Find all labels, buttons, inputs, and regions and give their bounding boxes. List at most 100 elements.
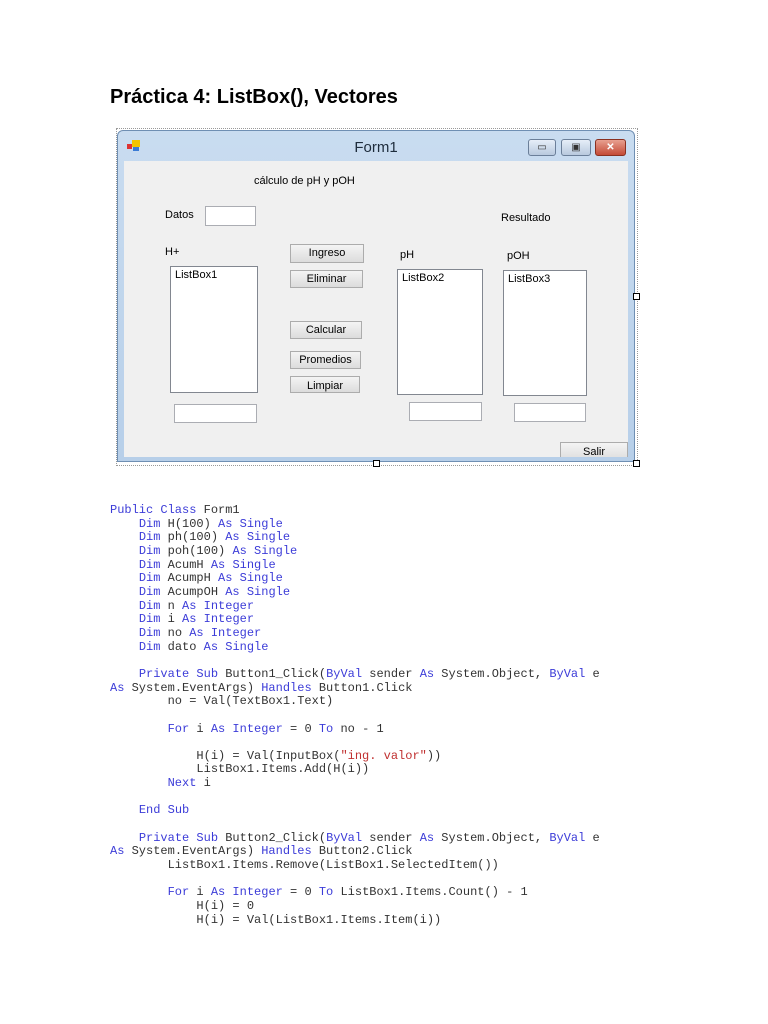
listbox2[interactable]: ListBox2 — [397, 269, 483, 395]
code-keyword: Dim — [138, 639, 161, 654]
window-title: Form1 — [354, 139, 398, 156]
code-keyword: Handles — [261, 680, 312, 695]
code-keyword: Dim — [138, 625, 161, 640]
listbox3[interactable]: ListBox3 — [503, 270, 587, 396]
code-text: sender — [362, 666, 420, 681]
code-keyword: As — [110, 844, 125, 859]
code-text: H(100) — [160, 516, 219, 531]
code-line: For i As Integer = 0 To no - 1 — [110, 721, 600, 737]
code-keyword: Private Sub — [138, 830, 219, 845]
code-keyword: To — [318, 721, 334, 736]
heading-label: cálculo de pH y pOH — [254, 175, 355, 187]
code-text: no - 1 — [333, 721, 384, 736]
code-keyword: As Integer — [182, 612, 255, 627]
code-line: For i As Integer = 0 To ListBox1.Items.C… — [110, 886, 600, 900]
code-keyword: Dim — [138, 530, 161, 545]
code-keyword: As Single — [218, 571, 283, 586]
limpiar-button[interactable]: Limpiar — [290, 376, 360, 393]
code-text: System.Object, — [434, 666, 550, 681]
resize-handle-corner[interactable] — [633, 460, 640, 467]
salir-button[interactable]: Salir — [560, 442, 628, 457]
code-text: System.EventArgs) — [124, 844, 262, 859]
code-text: Button2_Click( — [218, 830, 327, 845]
code-keyword: Dim — [138, 516, 161, 531]
code-line: Public Class Form1 — [110, 503, 600, 518]
h-average-textbox[interactable] — [174, 404, 257, 423]
code-line: no = Val(TextBox1.Text) — [110, 694, 600, 709]
code-text: Button2.Click — [311, 844, 413, 859]
resize-handle-right[interactable] — [633, 293, 640, 300]
code-keyword: As Single — [232, 543, 298, 558]
code-line: Dim dato As Single — [110, 639, 600, 655]
code-keyword: ByVal — [549, 666, 586, 681]
code-text: Button1.Click — [311, 680, 413, 695]
h-plus-label: H+ — [165, 246, 180, 258]
code-text: dato — [160, 639, 204, 654]
code-listing: Public Class Form1 Dim H(100) As Single … — [110, 503, 600, 927]
code-line: ListBox1.Items.Remove(ListBox1.SelectedI… — [110, 858, 600, 873]
code-keyword: As Single — [203, 639, 269, 654]
code-text: i — [196, 776, 211, 791]
code-line: End Sub — [110, 804, 600, 818]
calcular-button[interactable]: Calcular — [290, 321, 362, 339]
code-keyword: As Single — [225, 584, 291, 599]
ingreso-button[interactable]: Ingreso — [290, 244, 364, 263]
code-line: Dim AcumH As Single — [110, 558, 600, 573]
minimize-button[interactable]: ▭ — [528, 139, 556, 156]
code-keyword: To — [318, 885, 334, 900]
code-keyword: ByVal — [326, 830, 363, 845]
listbox2-placeholder: ListBox2 — [402, 272, 445, 284]
code-text: System.Object, — [434, 830, 550, 845]
code-text: AcumpH — [160, 571, 219, 586]
code-text: ListBox1.Items.Remove(ListBox1.SelectedI… — [110, 858, 499, 873]
code-line: H(i) = 0 — [110, 899, 600, 914]
code-text: i — [189, 721, 211, 736]
code-keyword: Private Sub — [138, 666, 219, 681]
poh-average-textbox[interactable] — [514, 403, 586, 422]
code-keyword: End Sub — [138, 803, 190, 818]
code-text: ph(100) — [160, 530, 226, 545]
close-button[interactable]: ✕ — [595, 139, 626, 156]
resize-handle-bottom[interactable] — [373, 460, 380, 467]
code-line: Private Sub Button1_Click(ByVal sender A… — [110, 666, 600, 682]
resultado-label: Resultado — [501, 212, 551, 224]
code-keyword: As Integer — [189, 625, 262, 640]
code-line: Next i — [110, 776, 600, 791]
code-line: Dim poh(100) As Single — [110, 543, 600, 559]
code-keyword: For — [167, 885, 190, 900]
code-text: )) — [426, 748, 442, 763]
code-text: = 0 — [282, 885, 319, 900]
code-line: Dim H(100) As Single — [110, 516, 600, 532]
datos-label: Datos — [165, 209, 194, 221]
promedios-button[interactable]: Promedios — [290, 351, 361, 369]
code-text: sender — [362, 830, 420, 845]
code-text: Button1_Click( — [218, 666, 327, 681]
code-line: As System.EventArgs) Handles Button1.Cli… — [110, 680, 600, 696]
eliminar-button[interactable]: Eliminar — [290, 270, 363, 288]
code-text: ListBox1.Items.Add(H(i)) — [110, 762, 370, 777]
listbox1[interactable]: ListBox1 — [170, 266, 258, 393]
code-keyword: ByVal — [326, 666, 363, 681]
maximize-button[interactable]: ▣ — [561, 139, 591, 156]
code-text: i — [189, 885, 211, 900]
datos-textbox[interactable] — [205, 206, 256, 226]
code-line: ListBox1.Items.Add(H(i)) — [110, 763, 600, 777]
ph-average-textbox[interactable] — [409, 402, 482, 421]
code-line: Dim n As Integer — [110, 599, 600, 614]
code-text: e — [585, 830, 600, 845]
code-text: H(i) = Val(InputBox( — [110, 748, 341, 763]
code-keyword: As Integer — [210, 721, 283, 736]
code-text: no = Val(TextBox1.Text) — [110, 694, 334, 709]
